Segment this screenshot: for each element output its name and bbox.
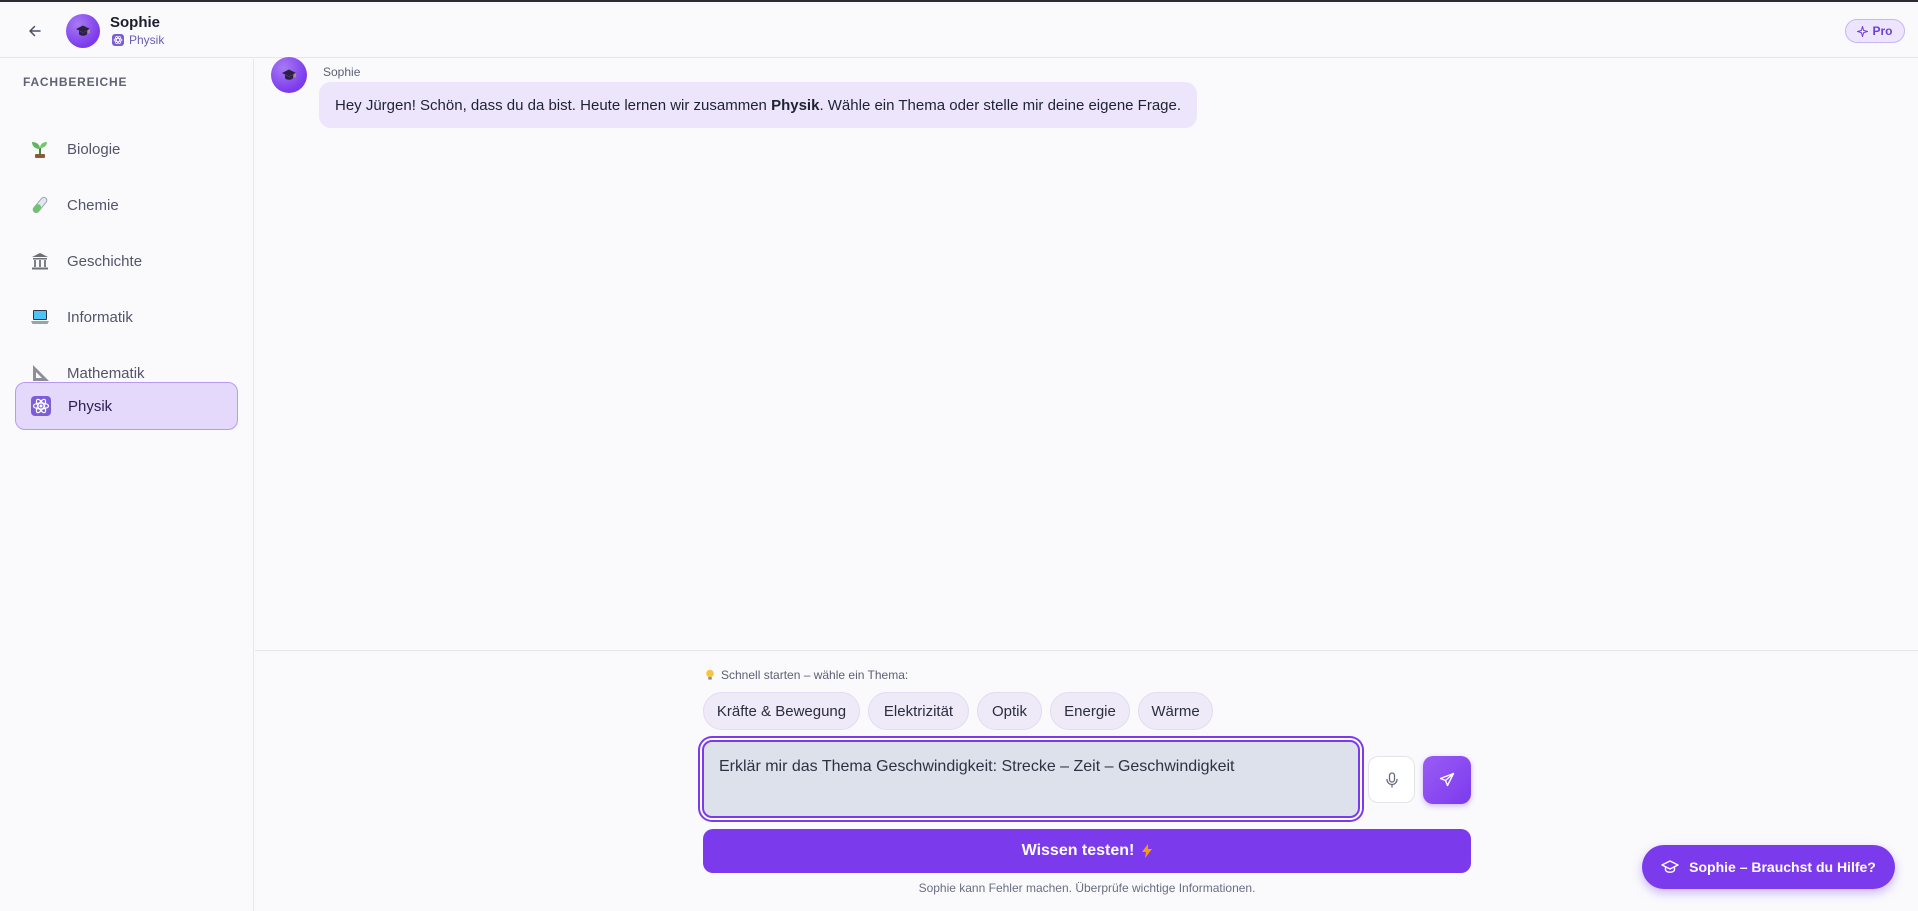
send-button[interactable] xyxy=(1423,756,1471,804)
quick-start-label: Schnell starten – wähle ein Thema: xyxy=(705,668,908,682)
message-text: Hey Jürgen! Schön, dass du da bist. Heut… xyxy=(335,96,1182,114)
message-input[interactable]: Erklär mir das Thema Geschwindigkeit: St… xyxy=(702,740,1360,818)
topic-chip[interactable]: Elektrizität xyxy=(868,692,969,730)
sidebar-item-label: Physik xyxy=(68,397,113,415)
test-tube-icon xyxy=(29,194,51,216)
message-author: Sophie xyxy=(323,65,361,79)
chat-avatar xyxy=(271,57,307,93)
send-icon xyxy=(1439,772,1455,787)
lightbulb-icon xyxy=(706,669,714,680)
sidebar-item-biologie[interactable]: Biologie xyxy=(15,125,238,173)
header: Sophie Physik Pro xyxy=(0,2,1918,58)
back-button[interactable] xyxy=(22,18,48,44)
triangle-ruler-icon xyxy=(29,362,51,384)
help-button[interactable]: Sophie – Brauchst du Hilfe? xyxy=(1642,845,1895,889)
sparkle-icon xyxy=(1857,25,1869,37)
topic-chip[interactable]: Energie xyxy=(1050,692,1130,730)
disclaimer: Sophie kann Fehler machen. Überprüfe wic… xyxy=(918,881,1256,895)
pro-label: Pro xyxy=(1872,24,1893,38)
topic-chip[interactable]: Wärme xyxy=(1138,692,1213,730)
sidebar: FACHBEREICHE Biologie Chemie Geschichte … xyxy=(0,59,254,911)
sidebar-item-label: Geschichte xyxy=(67,252,143,270)
topic-chip[interactable]: Optik xyxy=(977,692,1042,730)
classical-building-icon xyxy=(29,250,51,272)
arrow-left-icon xyxy=(29,25,41,37)
header-subject: Physik xyxy=(112,33,164,47)
test-knowledge-label: Wissen testen! xyxy=(1021,842,1135,859)
avatar xyxy=(66,14,100,48)
sidebar-item-label: Informatik xyxy=(67,308,133,326)
graduation-cap-icon xyxy=(282,69,296,80)
lightning-icon xyxy=(1142,844,1153,858)
atom-icon xyxy=(30,395,52,417)
sidebar-heading: FACHBEREICHE xyxy=(23,75,128,89)
microphone-button[interactable] xyxy=(1368,756,1415,803)
sidebar-item-informatik[interactable]: Informatik xyxy=(15,293,238,341)
help-button-label: Sophie – Brauchst du Hilfe? xyxy=(1689,859,1876,875)
sidebar-item-physik[interactable]: Physik xyxy=(15,382,238,430)
pro-badge[interactable]: Pro xyxy=(1845,19,1905,43)
sidebar-item-label: Mathematik xyxy=(67,364,145,382)
header-subject-label: Physik xyxy=(129,33,165,47)
sidebar-item-chemie[interactable]: Chemie xyxy=(15,181,238,229)
seedling-icon xyxy=(29,138,51,160)
atom-icon xyxy=(112,34,124,46)
laptop-icon xyxy=(29,306,51,328)
header-name: Sophie xyxy=(110,14,161,31)
topic-chip[interactable]: Kräfte & Bewegung xyxy=(703,692,860,730)
message-bubble: Hey Jürgen! Schön, dass du da bist. Heut… xyxy=(319,82,1198,128)
graduation-cap-icon xyxy=(76,25,90,36)
microphone-icon xyxy=(1385,771,1398,788)
sidebar-item-label: Chemie xyxy=(67,196,119,214)
sidebar-item-label: Biologie xyxy=(67,140,121,158)
graduation-cap-icon xyxy=(1661,860,1679,873)
test-knowledge-button[interactable]: Wissen testen! xyxy=(703,829,1471,873)
sidebar-item-geschichte[interactable]: Geschichte xyxy=(15,237,238,285)
